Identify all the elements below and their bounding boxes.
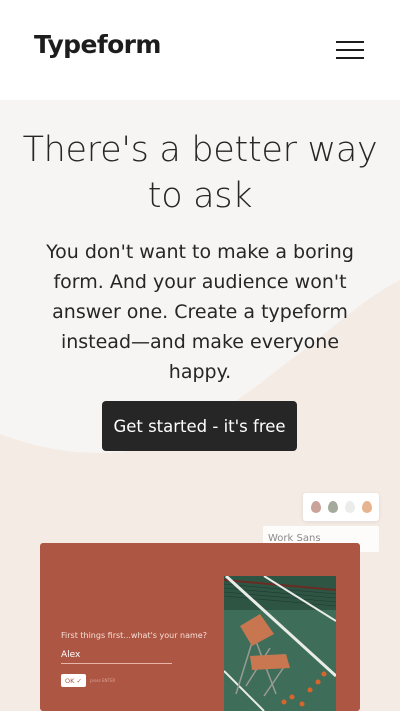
answer-field[interactable]: Alex [61, 650, 80, 660]
site-header: Typeform [0, 0, 400, 100]
ok-button[interactable]: OK ✓ [61, 674, 86, 687]
hamburger-menu-icon[interactable] [336, 38, 364, 62]
enter-hint: press ENTER [90, 678, 116, 683]
menu-bar [336, 41, 364, 43]
hero-section: There's a better way to ask You don't wa… [0, 100, 400, 711]
palette-swatch[interactable] [362, 501, 372, 513]
form-preview-card: First things first...what's your name? A… [40, 543, 360, 711]
color-palette [303, 493, 379, 521]
palette-swatch[interactable] [311, 501, 321, 513]
answer-underline [61, 663, 172, 664]
get-started-button[interactable]: Get started - it's free [102, 401, 297, 451]
palette-swatch[interactable] [328, 501, 338, 513]
menu-bar [336, 57, 364, 59]
hero-headline: There's a better way to ask [22, 130, 378, 216]
hero-subtext: You don't want to make a boring form. An… [46, 241, 354, 383]
palette-swatch[interactable] [345, 501, 355, 513]
tennis-court-chair-photo [224, 576, 336, 711]
menu-bar [336, 49, 364, 51]
question-label: First things first...what's your name? [61, 631, 207, 640]
typeform-logo[interactable]: Typeform [34, 30, 161, 59]
